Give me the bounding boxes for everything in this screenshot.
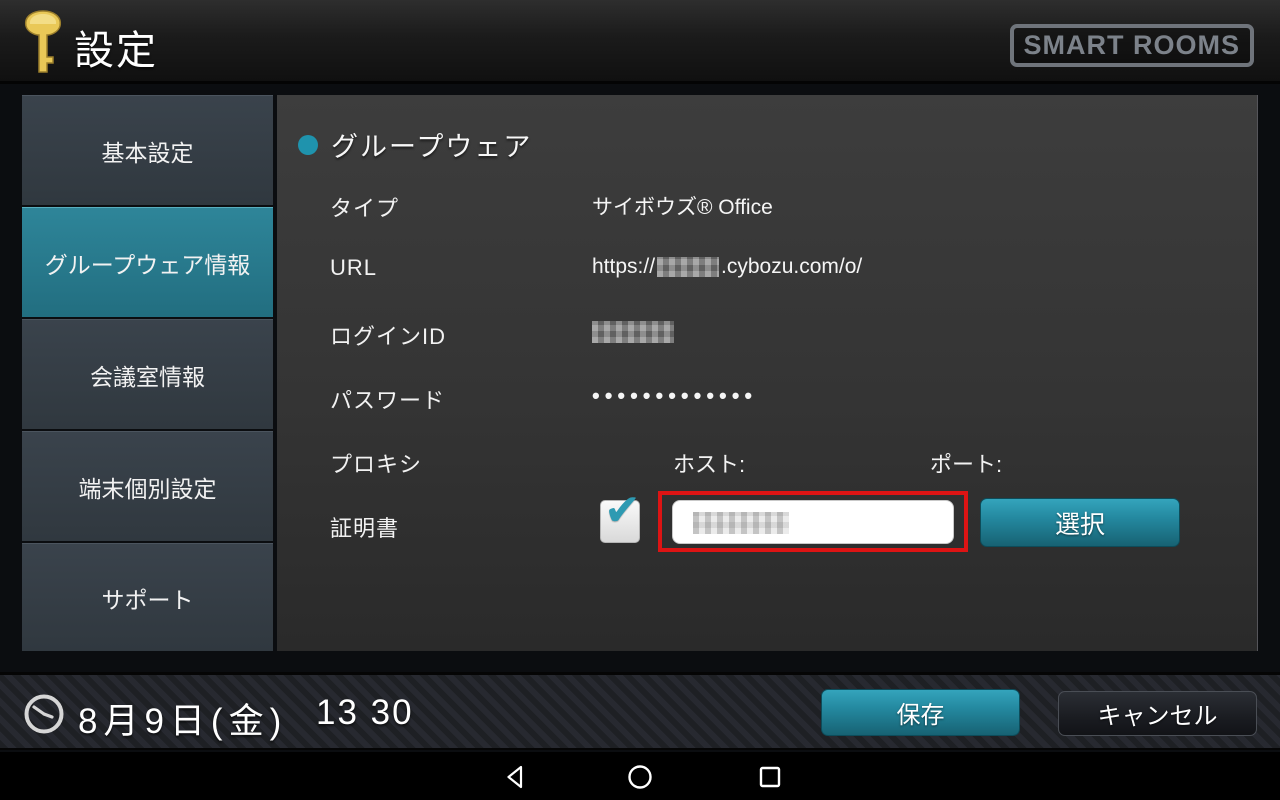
current-date: 8月9日(金) <box>78 693 287 744</box>
type-label: タイプ <box>330 191 399 223</box>
sidebar-item-support[interactable]: サポート <box>22 543 273 651</box>
proxy-port-label: ポート: <box>930 447 1002 479</box>
recents-square-icon[interactable] <box>757 764 783 795</box>
certificate-redacted-filename <box>693 512 789 534</box>
save-button[interactable]: 保存 <box>821 689 1020 736</box>
key-icon <box>20 10 66 79</box>
sidebar-item-label: 会議室情報 <box>90 358 205 392</box>
sidebar-item-device-settings[interactable]: 端末個別設定 <box>22 431 273 541</box>
sidebar-item-label: 端末個別設定 <box>79 470 217 504</box>
bottom-bar: 8月9日(金) 13 30 保存 キャンセル <box>0 672 1280 750</box>
cancel-button[interactable]: キャンセル <box>1058 691 1257 736</box>
section-bullet-icon <box>298 135 318 155</box>
sidebar-item-label: グループウェア情報 <box>45 246 251 280</box>
page-title: 設定 <box>74 18 158 76</box>
smart-rooms-logo: SMART ROOMS <box>1010 24 1255 67</box>
proxy-label: プロキシ <box>330 447 422 479</box>
home-circle-icon[interactable] <box>627 764 653 795</box>
password-value: ••••••••••••• <box>592 383 757 409</box>
checkmark-icon: ✔ <box>604 485 641 536</box>
type-value: サイボウズ® Office <box>592 191 773 221</box>
top-bar: 設定 SMART ROOMS <box>0 0 1280 84</box>
android-nav-bar <box>0 752 1280 800</box>
sidebar-item-label: 基本設定 <box>102 134 194 168</box>
certificate-checkbox[interactable]: ✔ <box>600 500 640 543</box>
login-id-redacted-value <box>592 321 674 343</box>
sidebar-item-groupware-info[interactable]: グループウェア情報 <box>22 207 273 317</box>
groupware-settings-panel: グループウェア タイプ サイボウズ® Office URL https:// .c… <box>277 95 1258 651</box>
clock-icon <box>22 692 66 741</box>
back-triangle-icon[interactable] <box>502 764 528 795</box>
settings-screen: 設定 SMART ROOMS 基本設定 グループウェア情報 会議室情報 端末個別… <box>0 0 1280 800</box>
sidebar-item-label: サポート <box>102 581 194 615</box>
current-time: 13 30 <box>316 693 414 733</box>
url-value: https:// .cybozu.com/o/ <box>592 255 862 279</box>
certificate-select-button[interactable]: 選択 <box>980 498 1180 547</box>
url-suffix: .cybozu.com/o/ <box>721 255 862 279</box>
url-redacted-segment <box>657 257 719 277</box>
certificate-label: 証明書 <box>330 511 399 543</box>
sidebar-item-basic-settings[interactable]: 基本設定 <box>22 95 273 205</box>
proxy-host-label: ホスト: <box>673 447 745 479</box>
section-header: グループウェア <box>298 125 532 164</box>
url-prefix: https:// <box>592 255 655 279</box>
password-label: パスワード <box>330 383 445 415</box>
login-id-label: ログインID <box>330 319 446 351</box>
url-label: URL <box>330 255 377 281</box>
sidebar-item-meeting-room-info[interactable]: 会議室情報 <box>22 319 273 429</box>
certificate-file-input[interactable] <box>672 500 954 544</box>
section-title: グループウェア <box>331 125 532 164</box>
